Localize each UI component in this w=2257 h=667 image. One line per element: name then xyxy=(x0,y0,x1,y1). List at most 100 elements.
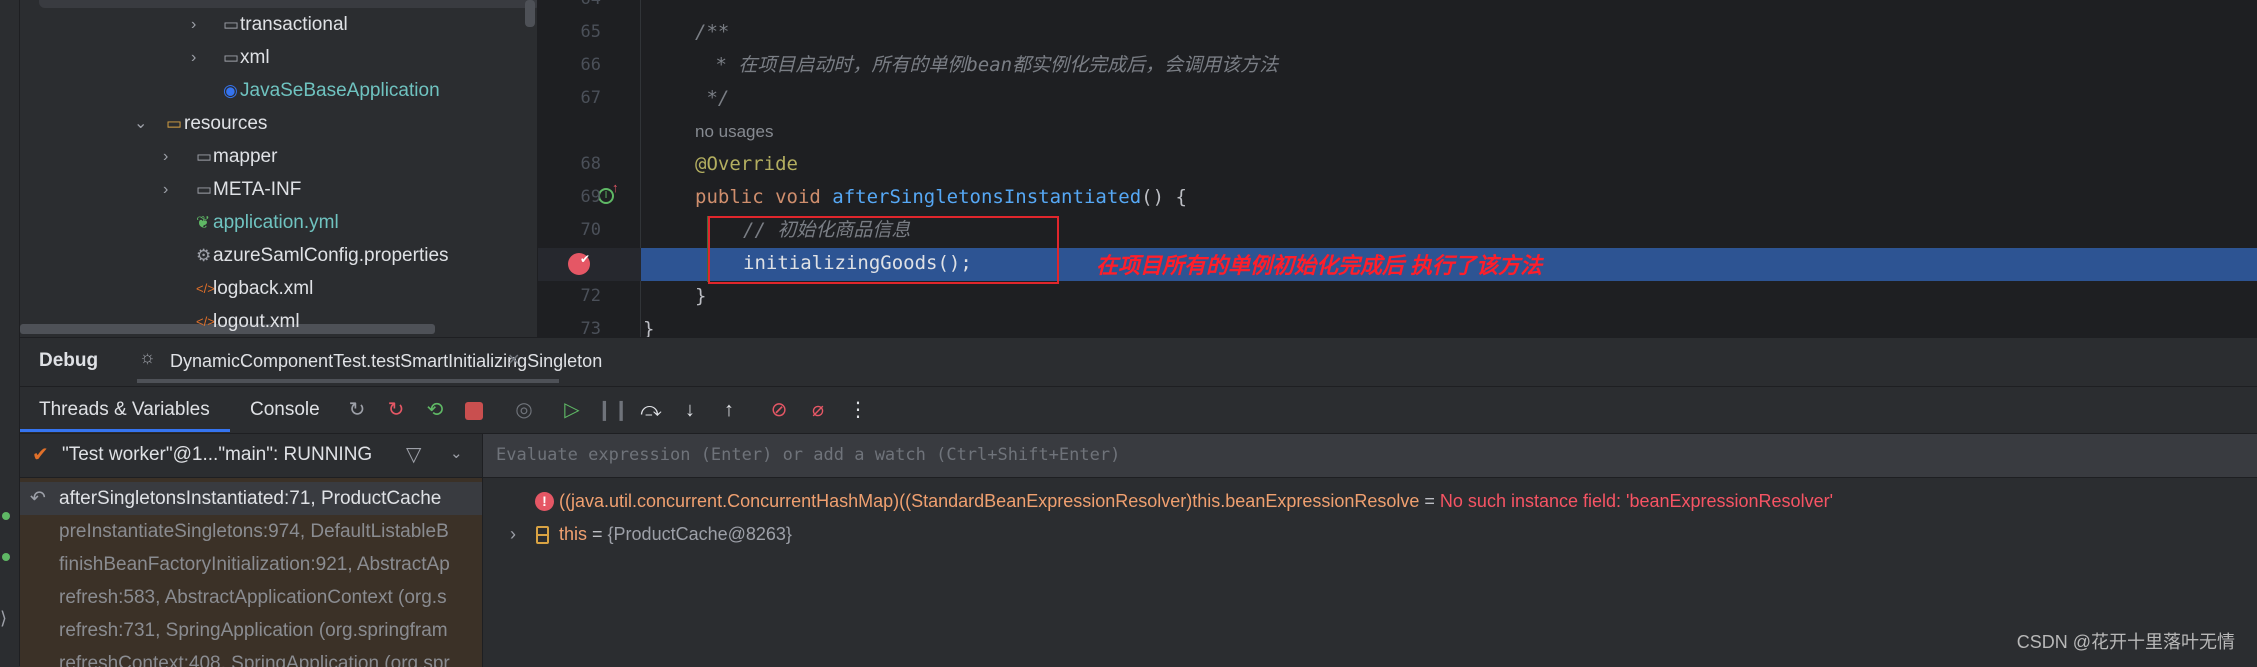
stack-frame[interactable]: refresh:583, AbstractApplicationContext … xyxy=(20,581,482,614)
pause-icon[interactable]: ❙❙ xyxy=(596,395,630,425)
close-icon[interactable]: ✕ xyxy=(507,350,520,370)
code-text: * 在项目启动时，所有的单例bean都实例化完成后，会调用该方法 xyxy=(704,54,1279,76)
code-line: public void afterSingletonsInstantiated(… xyxy=(695,181,1187,214)
equals: = xyxy=(1419,491,1440,511)
folder-package-icon: ▭ xyxy=(223,48,240,67)
code-text: /** xyxy=(695,21,730,43)
step-out-icon[interactable]: ↑ xyxy=(714,395,744,425)
session-tab[interactable]: ☼ DynamicComponentTest.testSmartInitiali… xyxy=(137,338,602,383)
code-text: // 初始化商品信息 xyxy=(743,219,911,241)
code-text: } xyxy=(695,285,707,307)
code-token: () { xyxy=(1141,186,1187,208)
chevron-down-icon[interactable]: ⌄ xyxy=(450,444,463,462)
tree-item[interactable]: ⌄ ▭ resources xyxy=(20,107,520,140)
stack-frame[interactable]: preInstantiateSingletons:974, DefaultLis… xyxy=(20,515,482,548)
tree-item-label: resources xyxy=(184,113,268,134)
line-number: 67 xyxy=(580,88,601,108)
resume-icon[interactable]: ▷ xyxy=(557,395,587,425)
code-editor[interactable]: 在项目所有的单例初始化完成后 执行了该方法 ✔ I ↑ 6465/**66 * … xyxy=(537,0,2257,340)
code-token: afterSingletonsInstantiated xyxy=(832,186,1142,208)
gear-icon: ⚙ xyxy=(196,246,212,265)
tree-item[interactable]: ⚙ azureSamlConfig.properties xyxy=(20,239,520,272)
variables-panel: ! ((java.util.concurrent.ConcurrentHashM… xyxy=(483,478,2257,667)
step-over-icon[interactable]: ⤼ xyxy=(636,395,666,425)
step-into-icon[interactable]: ↓ xyxy=(675,395,705,425)
status-dot-icon xyxy=(2,553,10,561)
stack-frame-label: afterSingletonsInstantiated:71, ProductC… xyxy=(59,488,442,509)
annotation-text: 在项目所有的单例初始化完成后 执行了该方法 xyxy=(1096,253,1543,278)
chevron-right-icon[interactable]: › xyxy=(163,140,168,173)
chevron-icon[interactable]: ⟩ xyxy=(0,608,7,629)
code-token: void xyxy=(775,186,833,208)
debug-title: Debug xyxy=(39,350,99,371)
stop-icon[interactable] xyxy=(459,395,489,425)
chevron-right-icon[interactable]: › xyxy=(191,8,196,41)
tree-item[interactable]: › ▭ xml xyxy=(20,41,520,74)
code-text: */ xyxy=(695,87,730,109)
debug-tool-window: Debug ☼ DynamicComponentTest.testSmartIn… xyxy=(20,337,2257,667)
stack-frame-label: preInstantiateSingletons:974, DefaultLis… xyxy=(59,521,449,542)
tree-vscrollbar[interactable] xyxy=(525,0,535,27)
code-line: initializingGoods(); xyxy=(743,247,972,280)
xml-icon: </> xyxy=(196,314,215,329)
tree-item-label: xml xyxy=(240,47,270,68)
tree-item[interactable]: ◉ JavaSeBaseApplication xyxy=(20,74,520,107)
more-icon[interactable]: ⋮ xyxy=(843,395,873,425)
folder-icon: ▭ xyxy=(196,147,213,166)
stack-frame[interactable]: refresh:731, SpringApplication (org.spri… xyxy=(20,614,482,647)
tree-item-label: azureSamlConfig.properties xyxy=(213,245,449,266)
stack-frame[interactable]: finishBeanFactoryInitialization:921, Abs… xyxy=(20,548,482,581)
line-number xyxy=(538,247,601,280)
folder-package-icon: ▭ xyxy=(223,15,240,34)
field-icon xyxy=(536,526,549,544)
toggle-auto-test-icon[interactable]: ⟲ xyxy=(420,395,450,425)
folder-icon: ▭ xyxy=(196,180,213,199)
tree-item[interactable]: </> logback.xml xyxy=(20,272,520,305)
thread-selector[interactable]: ✔ "Test worker"@1..."main": RUNNING ▽ ⌄ xyxy=(20,434,482,477)
active-tab-underline xyxy=(20,429,230,432)
tree-item[interactable]: › ▭ META-INF xyxy=(20,173,520,206)
evaluate-expression-input[interactable]: Evaluate expression (Enter) or add a wat… xyxy=(482,434,2257,477)
code-line: /** xyxy=(695,16,729,49)
rerun-failed-icon[interactable]: ↻ xyxy=(381,395,411,425)
code-text: initializingGoods(); xyxy=(743,252,972,274)
stack-frame-label: refresh:731, SpringApplication (org.spri… xyxy=(59,620,448,641)
tab-threads-variables[interactable]: Threads & Variables xyxy=(39,395,210,425)
tree-item-label: mapper xyxy=(213,146,278,167)
tab-underline xyxy=(137,379,559,383)
mute-breakpoints-icon[interactable]: ⌀ xyxy=(803,395,833,425)
code-line: } xyxy=(695,280,706,313)
tree-item[interactable]: › ▭ mapper xyxy=(20,140,520,173)
session-tab-label: DynamicComponentTest.testSmartInitializi… xyxy=(170,351,603,371)
line-number: 66 xyxy=(580,55,601,75)
view-breakpoints-icon[interactable]: ◎ xyxy=(509,395,539,425)
override-arrow-icon: ↑ xyxy=(612,180,619,195)
tree-item[interactable]: ❦ application.yml xyxy=(20,206,520,239)
stack-frame[interactable]: ↶ afterSingletonsInstantiated:71, Product… xyxy=(20,482,482,515)
line-number: 64 xyxy=(538,0,601,16)
stack-frame-label: finishBeanFactoryInitialization:921, Abs… xyxy=(59,554,450,575)
tree-item[interactable]: </> logout.xml xyxy=(20,305,520,338)
project-tree: › ▭ transactional › ▭ xml ◉ JavaSeBaseApplicati… xyxy=(20,0,541,338)
stack-frame-label: refreshContext:408, SpringApplication (o… xyxy=(59,653,450,667)
stack-frame[interactable]: refreshContext:408, SpringApplication (o… xyxy=(20,647,482,667)
expand-chevron-icon[interactable]: › xyxy=(510,518,516,551)
chevron-down-icon[interactable]: ⌄ xyxy=(134,107,147,140)
view-breakpoints-red-icon[interactable]: ⊘ xyxy=(764,395,794,425)
filter-icon[interactable]: ▽ xyxy=(406,442,421,467)
chevron-right-icon[interactable]: › xyxy=(163,173,168,206)
selected-tree-row[interactable] xyxy=(39,0,541,8)
code-text: no usages xyxy=(695,122,774,141)
code-token: public xyxy=(695,186,776,208)
resources-folder-icon: ▭ xyxy=(166,114,183,133)
chevron-right-icon[interactable]: › xyxy=(191,41,196,74)
tree-item-label: logout.xml xyxy=(213,311,300,332)
tree-item[interactable]: › ▭ transactional xyxy=(20,8,520,41)
check-icon: ✔ xyxy=(32,444,49,466)
tree-item-label: logback.xml xyxy=(213,278,314,299)
code-line: @Override xyxy=(695,148,798,181)
tree-item-label: JavaSeBaseApplication xyxy=(240,80,440,101)
line-number: 68 xyxy=(580,154,601,174)
rerun-icon[interactable]: ↻ xyxy=(342,395,372,425)
tab-console[interactable]: Console xyxy=(250,395,320,425)
